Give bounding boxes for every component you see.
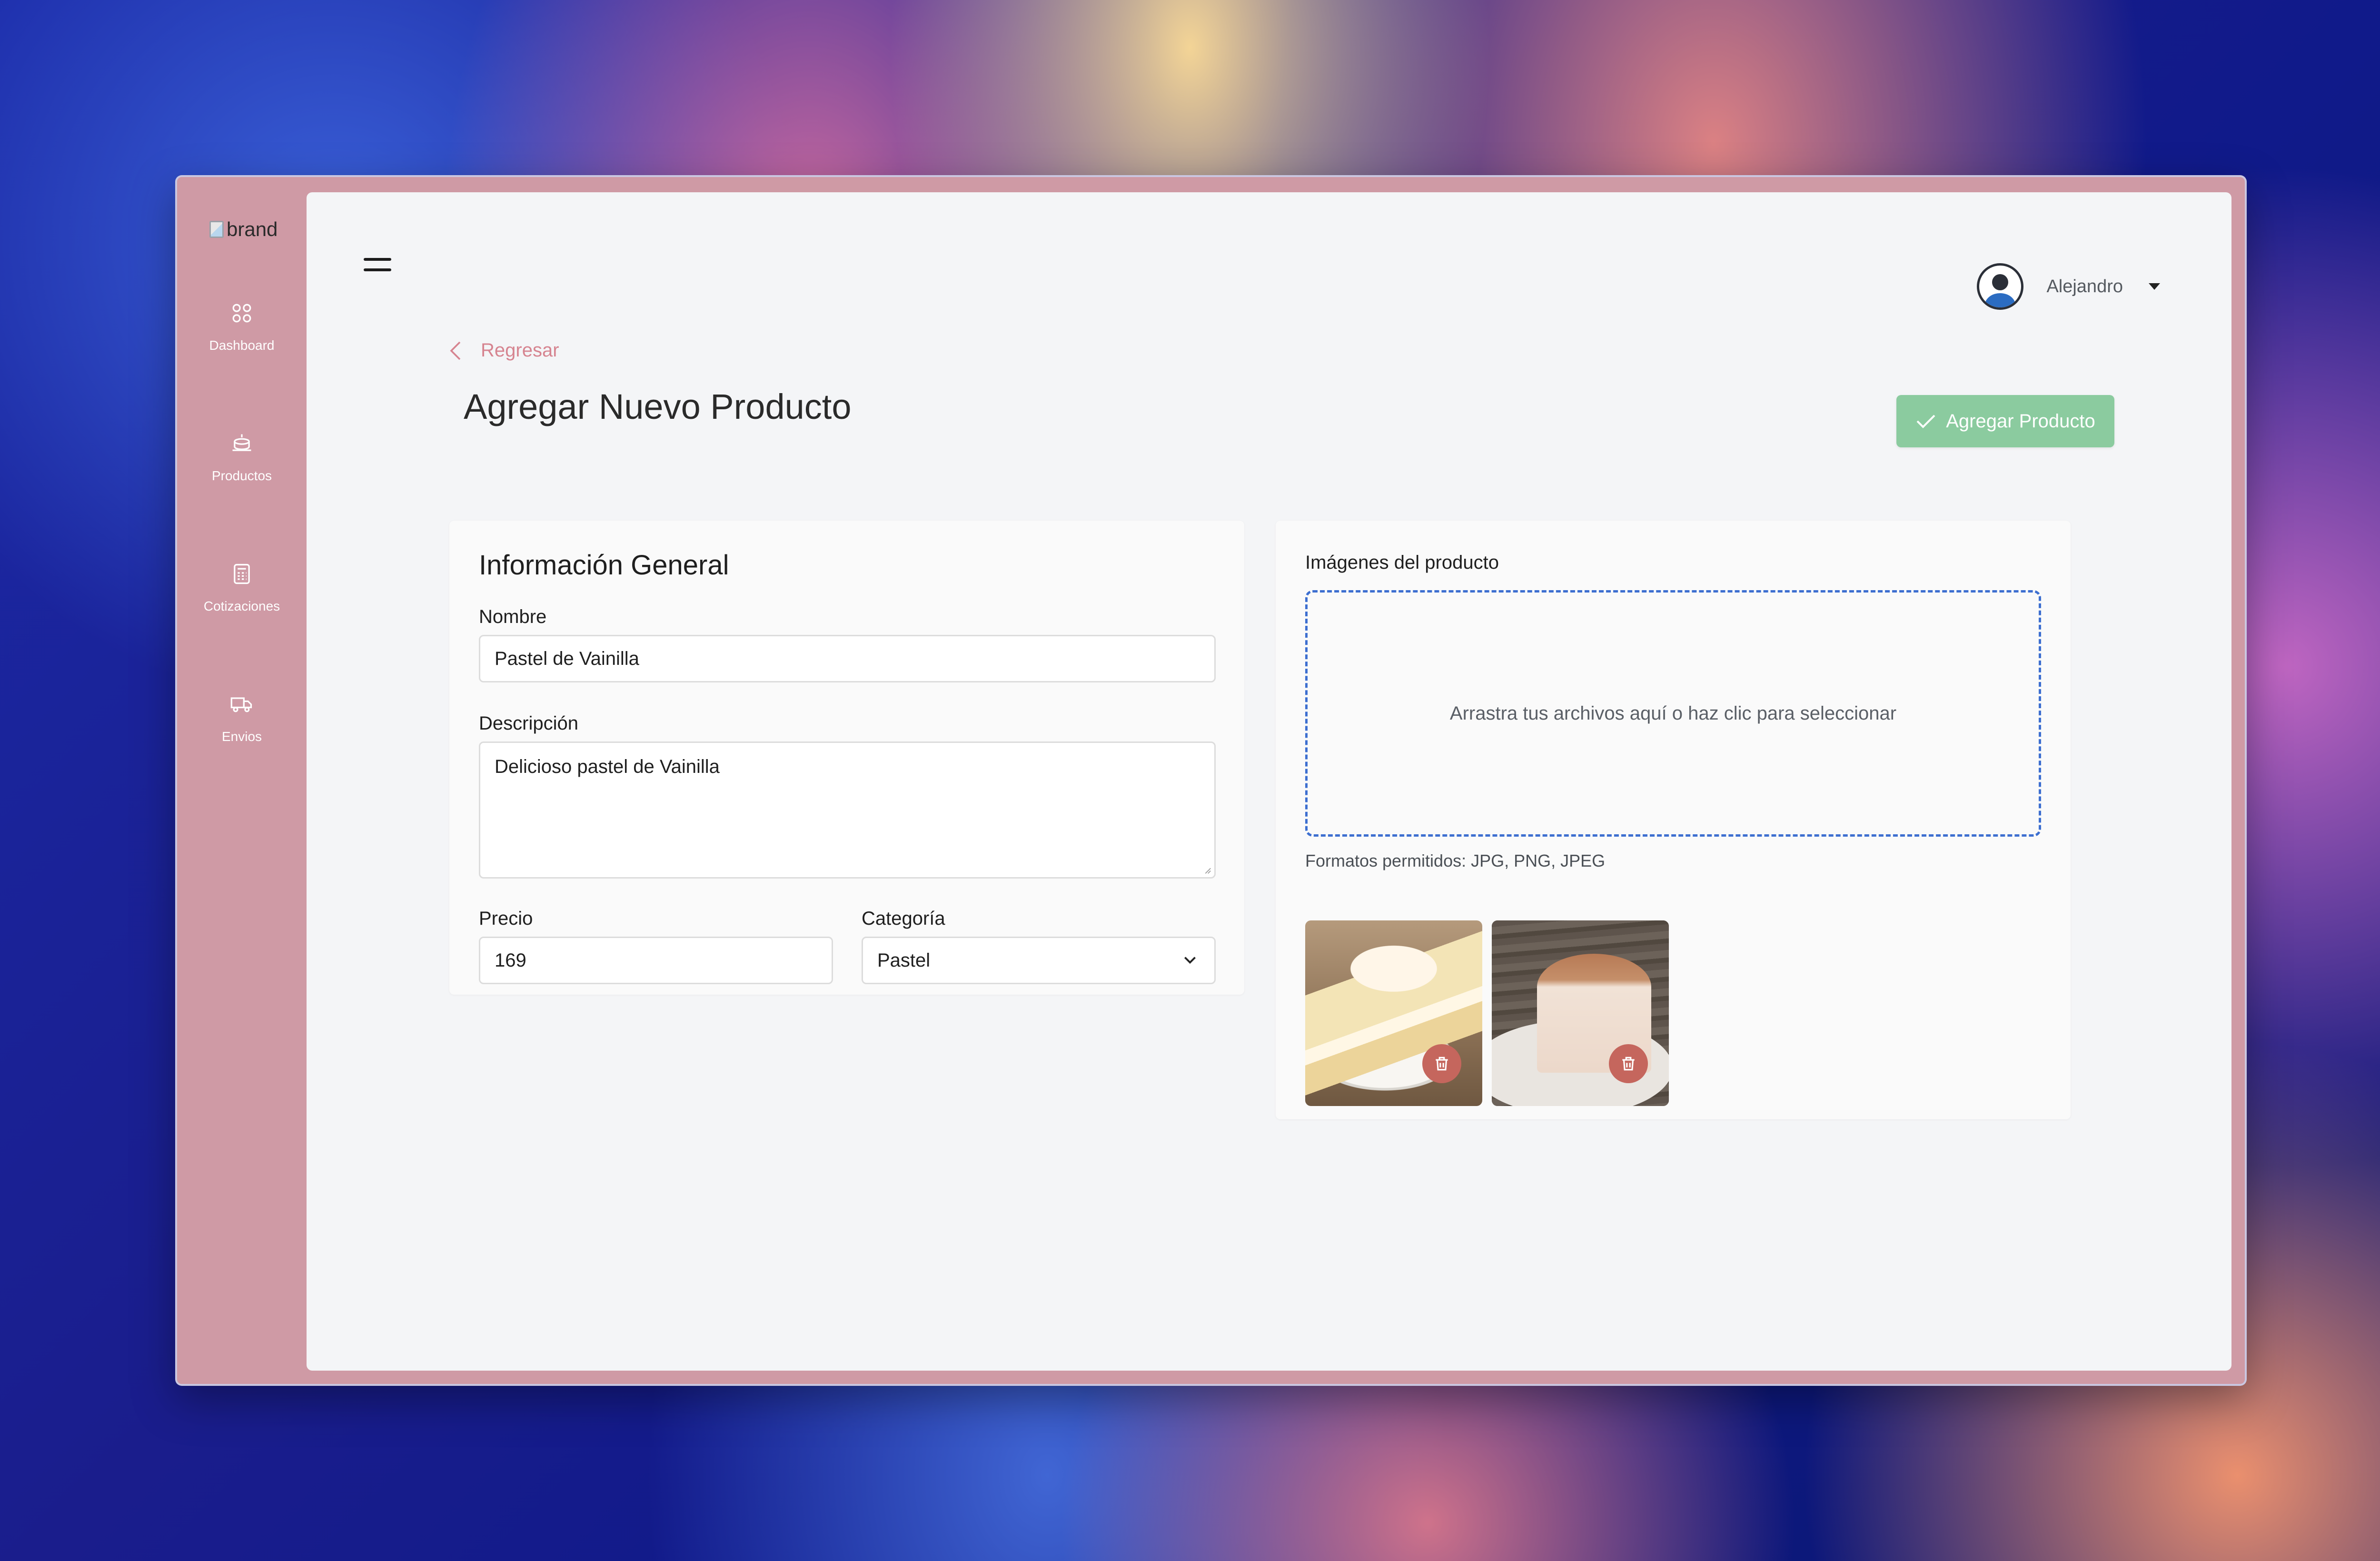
user-menu[interactable]: Alejandro [1977, 263, 2160, 310]
menu-toggle-button[interactable] [364, 254, 392, 273]
grid-icon [232, 304, 251, 323]
hamburger-line [364, 268, 391, 271]
sidebar: brand Dashboard Productos Cotizaciones E… [177, 177, 307, 1384]
category-value: Pastel [877, 949, 931, 971]
product-image-thumbnail[interactable] [1492, 920, 1669, 1106]
general-info-title: Información General [479, 550, 729, 581]
allowed-formats-note: Formatos permitidos: JPG, PNG, JPEG [1305, 851, 1606, 870]
description-textarea[interactable]: Delicioso pastel de Vainilla [479, 741, 1216, 879]
add-product-button[interactable]: Agregar Producto [1896, 395, 2114, 447]
chevron-left-icon [450, 341, 461, 360]
trash-icon [1436, 1057, 1448, 1071]
back-label: Regresar [481, 340, 559, 361]
cake-icon [232, 434, 251, 451]
name-input[interactable]: Pastel de Vainilla [479, 635, 1216, 682]
name-value: Pastel de Vainilla [495, 648, 639, 669]
price-label: Precio [479, 908, 533, 929]
file-drop-zone[interactable]: Arrastra tus archivos aquí o haz clic pa… [1305, 590, 2041, 837]
sidebar-item-label: Envios [221, 729, 262, 744]
sidebar-item-envios[interactable]: Envios [177, 692, 307, 778]
drop-zone-text: Arrastra tus archivos aquí o haz clic pa… [1449, 702, 1897, 724]
sidebar-item-dashboard[interactable]: Dashboard [177, 301, 307, 386]
avatar [1977, 263, 2024, 310]
app-window: brand Dashboard Productos Cotizaciones E… [175, 175, 2247, 1386]
delete-image-button[interactable] [1609, 1044, 1648, 1083]
sidebar-item-cotizaciones[interactable]: Cotizaciones [177, 562, 307, 647]
page-title: Agregar Nuevo Producto [464, 387, 852, 426]
user-name: Alejandro [2046, 276, 2123, 296]
price-input[interactable]: 169 [479, 937, 833, 984]
sidebar-item-productos[interactable]: Productos [177, 431, 307, 517]
back-link[interactable]: Regresar [449, 340, 559, 361]
hamburger-line [364, 258, 391, 261]
description-label: Descripción [479, 713, 578, 734]
brand-logo[interactable]: brand [209, 215, 290, 244]
sidebar-item-label: Cotizaciones [203, 599, 280, 613]
check-icon [1916, 415, 1935, 428]
broken-image-icon [209, 221, 224, 238]
resize-handle-icon[interactable] [1203, 866, 1211, 874]
delete-image-button[interactable] [1422, 1044, 1461, 1083]
category-label: Categoría [862, 908, 945, 929]
price-value: 169 [495, 949, 526, 971]
product-images-card: Imágenes del producto Arrastra tus archi… [1276, 521, 2071, 1119]
product-image-thumbnail[interactable] [1305, 920, 1482, 1106]
category-select[interactable]: Pastel [862, 937, 1216, 984]
description-value: Delicioso pastel de Vainilla [495, 756, 720, 777]
brand-alt-text: brand [227, 218, 278, 240]
calculator-icon [234, 563, 250, 584]
product-images-title: Imágenes del producto [1305, 552, 1499, 573]
name-label: Nombre [479, 606, 547, 627]
main-content: Alejandro Regresar Agregar Nuevo Product… [307, 192, 2231, 1371]
sidebar-item-label: Dashboard [209, 338, 275, 353]
general-info-card: Información General Nombre Pastel de Vai… [449, 521, 1244, 995]
sidebar-item-label: Productos [211, 468, 272, 483]
chevron-down-icon [2149, 283, 2160, 290]
trash-icon [1622, 1057, 1635, 1071]
chevron-down-icon [1184, 957, 1196, 964]
truck-icon [230, 697, 252, 712]
add-product-label: Agregar Producto [1946, 410, 2095, 432]
